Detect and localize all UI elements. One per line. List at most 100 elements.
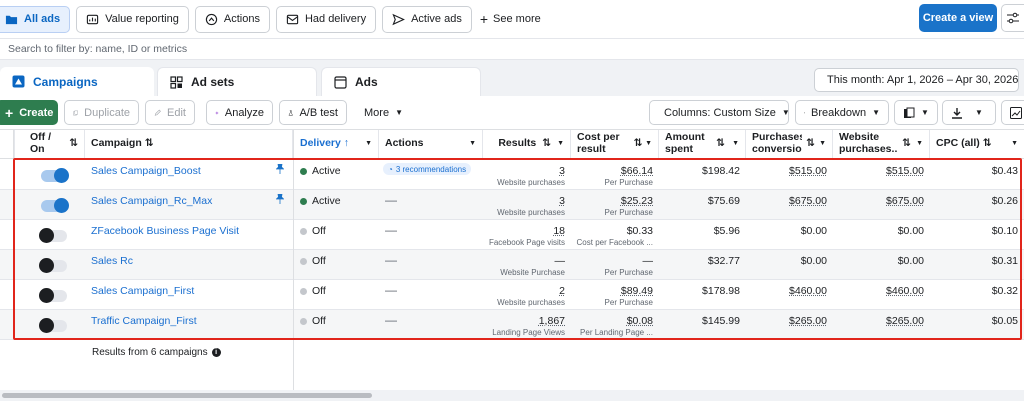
charts-button[interactable]	[1001, 100, 1024, 125]
table-row[interactable]: Sales Campaign_First Off — 2 Website purchas…	[0, 280, 1024, 310]
results-value[interactable]: 3	[559, 165, 565, 177]
horizontal-scrollbar[interactable]	[0, 390, 1024, 401]
header-amount-spent[interactable]: Amount spent ⇅ ▼	[659, 130, 746, 158]
website-purchases-value[interactable]: $675.00	[886, 195, 924, 207]
cost-value[interactable]: $25.23	[621, 195, 653, 207]
scrollbar-thumb[interactable]	[2, 393, 372, 398]
view-settings-button[interactable]	[1001, 4, 1024, 32]
cost-value[interactable]: $66.14	[621, 165, 653, 177]
header-delivery[interactable]: Delivery ↑ ▼	[294, 130, 379, 158]
header-actions[interactable]: Actions ▼	[379, 130, 483, 158]
more-button[interactable]: More ▼	[356, 100, 408, 125]
purchases-conversion-value[interactable]: $265.00	[789, 315, 827, 327]
header-cost-per-result[interactable]: Cost per result ⇅ ▼	[571, 130, 659, 158]
no-action: —	[385, 283, 397, 297]
create-view-button[interactable]: Create a view	[919, 4, 997, 32]
website-purchases-value[interactable]: $515.00	[886, 165, 924, 177]
chip-value-reporting[interactable]: Value reporting	[76, 5, 189, 33]
results-cell: 3 Website purchases	[483, 160, 571, 190]
see-more-button[interactable]: + See more	[480, 11, 541, 27]
cost-value[interactable]: —	[643, 255, 654, 267]
header-results[interactable]: Results ⇅ ▼	[483, 130, 571, 158]
duplicate-button[interactable]: Duplicate	[64, 100, 139, 125]
cpc-cell: $0.32	[930, 280, 1024, 310]
cost-cell: $89.49 Per Purchase	[571, 280, 659, 310]
reports-button[interactable]: ▼	[894, 100, 938, 125]
cost-value[interactable]: $0.08	[627, 315, 653, 327]
breakdown-button[interactable]: Breakdown ▼	[795, 100, 889, 125]
sort-icon: ⇅	[542, 137, 552, 150]
tab-ad-sets[interactable]: Ad sets	[157, 67, 317, 96]
table-row[interactable]: Sales Campaign_Rc_Max Active — 3 Website pur…	[0, 190, 1024, 220]
cost-value[interactable]: $0.33	[627, 225, 653, 237]
header-off-on[interactable]: Off / On ⇅	[24, 130, 85, 158]
cpc-value: $0.31	[991, 255, 1018, 267]
results-value[interactable]: 3	[559, 195, 565, 207]
edit-button[interactable]: Edit	[145, 100, 195, 125]
campaign-toggle[interactable]	[41, 168, 69, 183]
campaign-toggle[interactable]	[39, 318, 67, 333]
analyze-button[interactable]: Analyze	[206, 100, 273, 125]
purchases-conversion-value[interactable]: $460.00	[789, 285, 827, 297]
header-purchases-conversion[interactable]: Purchases conversio... ⇅ ▼	[746, 130, 833, 158]
chip-had-delivery[interactable]: Had delivery	[275, 5, 377, 33]
pin-icon[interactable]	[276, 164, 284, 174]
header-campaign[interactable]: Campaign ⇅	[85, 130, 293, 158]
chip-actions[interactable]: Actions	[194, 5, 270, 33]
results-value[interactable]: —	[555, 255, 566, 267]
cost-label: Per Purchase	[604, 298, 653, 307]
campaign-name-link[interactable]: Sales Campaign_Rc_Max	[91, 195, 212, 207]
ab-test-button[interactable]: A/B test	[279, 100, 347, 125]
cost-cell: — Per Purchase	[571, 250, 659, 280]
purchases-conversion-value[interactable]: $0.00	[801, 255, 827, 267]
campaign-name-link[interactable]: Traffic Campaign_First	[91, 315, 197, 327]
export-button[interactable]: ▼	[942, 100, 996, 125]
chevron-down-icon: ▼	[645, 140, 652, 148]
results-value[interactable]: 18	[553, 225, 565, 237]
chip-active-ads[interactable]: Active ads	[382, 5, 472, 33]
toggle-knob	[39, 228, 54, 243]
chip-all-ads[interactable]: All ads	[0, 5, 71, 33]
website-purchases-value[interactable]: $0.00	[898, 225, 924, 237]
columns-button[interactable]: Columns: Custom Size ▼	[649, 100, 790, 125]
delivery-status-dot	[300, 228, 307, 235]
spent-cell: $75.69	[659, 190, 746, 220]
campaign-toggle[interactable]	[39, 288, 67, 303]
delivery-cell: Off	[294, 280, 379, 310]
select-all-checkbox[interactable]	[0, 130, 14, 158]
results-value[interactable]: 2	[559, 285, 565, 297]
campaign-toggle[interactable]	[39, 258, 67, 273]
campaign-name-link[interactable]: Sales Rc	[91, 255, 133, 267]
table-row[interactable]: ZFacebook Business Page Visit Off — 18 Faceb…	[0, 220, 1024, 250]
table-row[interactable]: Sales Campaign_Boost Active ◔ 3 recommendat…	[0, 160, 1024, 190]
recommendations-badge[interactable]: ◔ 3 recommendations	[383, 163, 472, 175]
purchases-conversion-value[interactable]: $515.00	[789, 165, 827, 177]
campaign-name-link[interactable]: Sales Campaign_Boost	[91, 165, 201, 177]
purchases-conversion-cell: $675.00	[746, 190, 833, 220]
campaign-toggle[interactable]	[39, 228, 67, 243]
purchases-conversion-value[interactable]: $675.00	[789, 195, 827, 207]
tab-ads[interactable]: Ads	[321, 67, 481, 96]
campaign-name-link[interactable]: ZFacebook Business Page Visit	[91, 225, 239, 237]
header-cpc[interactable]: CPC (all) ⇅ ▼	[930, 130, 1024, 158]
tab-campaigns[interactable]: Campaigns	[0, 67, 154, 96]
toggle-knob	[39, 318, 54, 333]
create-button[interactable]: + Create	[0, 100, 58, 125]
date-range-picker[interactable]: This month: Apr 1, 2026 – Apr 30, 2026 ▼	[814, 68, 1019, 92]
info-icon[interactable]: i	[211, 348, 221, 357]
table-row[interactable]: Sales Rc Off — — Website Purchase — Per Purcha…	[0, 250, 1024, 280]
website-purchases-value[interactable]: $265.00	[886, 315, 924, 327]
website-purchases-value[interactable]: $460.00	[886, 285, 924, 297]
header-website-purchases[interactable]: Website purchases... ⇅ ▼	[833, 130, 930, 158]
search-input[interactable]: Search to filter by: name, ID or metrics	[0, 38, 1024, 60]
campaign-toggle[interactable]	[41, 198, 69, 213]
pin-icon[interactable]	[276, 194, 284, 204]
table-row[interactable]: Traffic Campaign_First Off — 1,867 Landing P…	[0, 310, 1024, 340]
campaign-name-link[interactable]: Sales Campaign_First	[91, 285, 194, 297]
purchases-conversion-value[interactable]: $0.00	[801, 225, 827, 237]
results-value[interactable]: 1,867	[539, 315, 565, 327]
cost-value[interactable]: $89.49	[621, 285, 653, 297]
website-purchases-value[interactable]: $0.00	[898, 255, 924, 267]
cpc-value: $0.32	[991, 285, 1018, 297]
chevron-down-icon: ▼	[469, 140, 476, 148]
